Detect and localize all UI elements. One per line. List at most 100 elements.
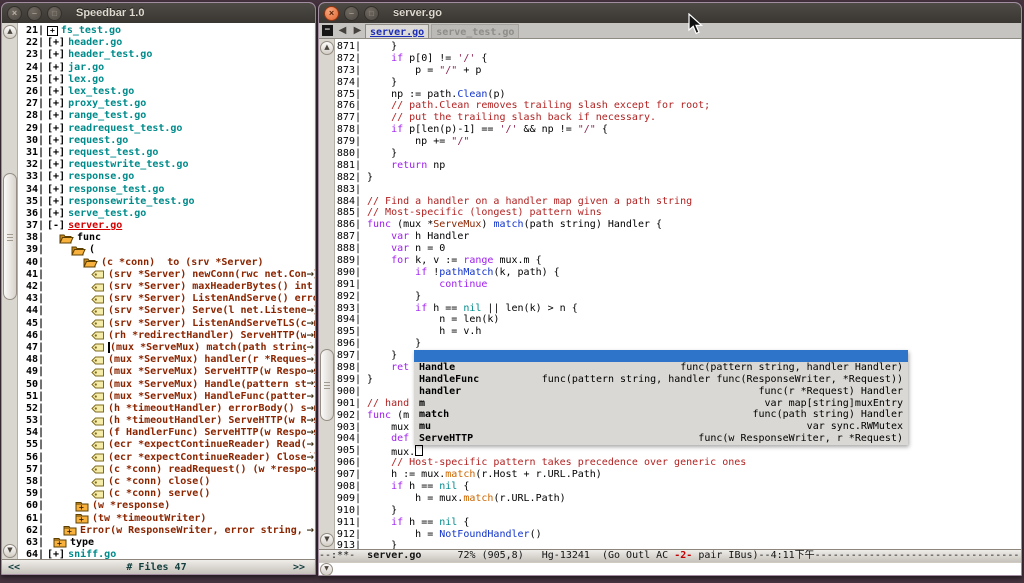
expand-plus-icon[interactable]: [+] <box>47 159 65 171</box>
scrollbar-thumb[interactable] <box>320 349 334 421</box>
tab-scroll-left-icon[interactable] <box>336 24 349 37</box>
completion-item[interactable]: muvar sync.RWMutex <box>414 421 908 433</box>
folder-plus-icon[interactable]: + <box>75 501 89 512</box>
code-line[interactable]: 882|} <box>335 172 1021 184</box>
tag-icon[interactable] <box>91 490 105 499</box>
tab-scroll-right-icon[interactable] <box>351 24 364 37</box>
completion-item[interactable]: mvar map[string]muxEntry <box>414 398 908 410</box>
speedbar-row[interactable]: 63|+type <box>18 537 315 549</box>
speedbar-row[interactable]: 54|(f HandlerFunc) ServeHTTP(w ResponseW… <box>18 427 315 439</box>
speedbar-row[interactable]: 46|(rh *redirectHandler) ServeHTTP(w Res… <box>18 330 315 342</box>
code-line[interactable]: 878| if p[len(p)-1] == '/' && np != "/" … <box>335 124 1021 136</box>
code-line[interactable]: 883| <box>335 184 1021 196</box>
tag-icon[interactable] <box>91 356 105 365</box>
speedbar-row[interactable]: 55|(ecr *expectContinueReader) Read(p []… <box>18 439 315 451</box>
completion-item[interactable]: HandleFuncfunc(pattern string, handler f… <box>414 374 908 386</box>
tag-icon[interactable] <box>91 283 105 292</box>
code-line[interactable]: 873| p = "/" + p <box>335 65 1021 77</box>
folder-plus-icon[interactable]: + <box>53 537 67 548</box>
tag-icon[interactable] <box>91 295 105 304</box>
scrollbar-thumb[interactable] <box>3 173 17 300</box>
speedbar-row[interactable]: 40|(c *conn) to (srv *Server) <box>18 257 315 269</box>
code-line[interactable]: 891| continue <box>335 279 1021 291</box>
folder-plus-icon[interactable]: + <box>63 525 77 536</box>
code-line[interactable]: 880| } <box>335 148 1021 160</box>
expand-plus-icon[interactable]: [+] <box>47 98 65 110</box>
tag-icon[interactable] <box>91 368 105 377</box>
expand-plus-icon[interactable]: [+] <box>47 147 65 159</box>
speedbar-row[interactable]: 23|[+]header_test.go <box>18 49 315 61</box>
code-line[interactable]: 888| var n = 0 <box>335 243 1021 255</box>
expand-plus-icon[interactable]: [+] <box>47 135 65 147</box>
code-line[interactable]: 894| n = len(k) <box>335 314 1021 326</box>
speedbar-row[interactable]: 44|(srv *Server) Serve(l net.Listener) e… <box>18 305 315 317</box>
code-line[interactable]: 913| } <box>335 540 1021 549</box>
expand-plus-icon[interactable]: [+] <box>47 208 65 220</box>
tab-serve_test-go[interactable]: serve_test.go <box>431 24 519 38</box>
file-plus-icon[interactable]: + <box>47 26 58 36</box>
speedbar-row[interactable]: 43|(srv *Server) ListenAndServe() error <box>18 293 315 305</box>
speedbar-row[interactable]: 22|[+]header.go <box>18 37 315 49</box>
speedbar-row[interactable]: 26|[+]lex_test.go <box>18 86 315 98</box>
folder-open-icon[interactable] <box>83 257 98 268</box>
speedbar-row[interactable]: 33|[+]response.go <box>18 171 315 183</box>
speedbar-row[interactable]: 51|(mux *ServeMux) HandleFunc(pattern st… <box>18 391 315 403</box>
speedbar-row[interactable]: 29|[+]readrequest_test.go <box>18 123 315 135</box>
speedbar-row[interactable]: 52|(h *timeoutHandler) errorBody() strin… <box>18 403 315 415</box>
minimize-icon[interactable] <box>344 6 359 21</box>
code-line[interactable]: 911| if h == nil { <box>335 517 1021 529</box>
code-line[interactable]: 885|// Most-specific (longest) pattern w… <box>335 207 1021 219</box>
expand-plus-icon[interactable]: [+] <box>47 37 65 49</box>
tag-icon[interactable] <box>91 417 105 426</box>
speedbar-row[interactable]: 34|[+]response_test.go <box>18 183 315 195</box>
folder-open-icon[interactable] <box>71 245 86 256</box>
completion-item[interactable] <box>414 350 908 362</box>
completion-item[interactable]: ServeHTTPfunc(w ResponseWriter, r *Reque… <box>414 433 908 445</box>
expand-plus-icon[interactable]: [+] <box>47 196 65 208</box>
code-line[interactable]: 881| return np <box>335 160 1021 172</box>
completion-item[interactable]: Handlefunc(pattern string, handler Handl… <box>414 362 908 374</box>
minibuffer[interactable]: ▼ <box>319 562 1021 575</box>
speedbar-row[interactable]: 53|(h *timeoutHandler) ServeHTTP(w Respo… <box>18 415 315 427</box>
tag-icon[interactable] <box>91 307 105 316</box>
speedbar-row[interactable]: 25|[+]lex.go <box>18 74 315 86</box>
expand-plus-icon[interactable]: [+] <box>47 171 65 183</box>
maximize-icon[interactable] <box>364 6 379 21</box>
code-line[interactable]: 875| np := path.Clean(p) <box>335 89 1021 101</box>
speedbar-row[interactable]: 58|(c *conn) close() <box>18 476 315 488</box>
tag-icon[interactable] <box>91 404 105 413</box>
tag-icon[interactable] <box>91 331 105 340</box>
code-line[interactable]: 872| if p[0] != '/' { <box>335 53 1021 65</box>
speedbar-row[interactable]: 39|( <box>18 244 315 256</box>
speedbar-row[interactable]: 21|+fs_test.go <box>18 25 315 37</box>
code-line[interactable]: 884|// Find a handler on a handler map g… <box>335 196 1021 208</box>
speedbar-modeline[interactable]: << # Files 47 >> <box>2 559 315 574</box>
speedbar-row[interactable]: 41|(srv *Server) newConn(rwc net.Conn) (… <box>18 269 315 281</box>
speedbar-row[interactable]: 49|(mux *ServeMux) ServeHTTP(w ResponseW… <box>18 366 315 378</box>
code-line[interactable]: 896| } <box>335 338 1021 350</box>
code-line[interactable]: 889| for k, v := range mux.m { <box>335 255 1021 267</box>
scroll-up-icon[interactable]: ▲ <box>320 41 334 55</box>
tag-icon[interactable] <box>91 270 105 279</box>
code-line[interactable]: 905| mux. <box>335 445 1021 457</box>
speedbar-row[interactable]: 50|(mux *ServeMux) Handle(pattern string… <box>18 378 315 390</box>
tabbar-minus-button[interactable]: − <box>322 25 333 36</box>
expand-plus-icon[interactable]: [+] <box>47 123 65 135</box>
speedbar-row[interactable]: 62|+Error(w ResponseWriter, error string… <box>18 525 315 537</box>
speedbar-row[interactable]: 42|(srv *Server) maxHeaderBytes() int <box>18 281 315 293</box>
speedbar-row[interactable]: 27|[+]proxy_test.go <box>18 98 315 110</box>
tag-icon[interactable] <box>91 392 105 401</box>
speedbar-row[interactable]: 37|[-]server.go <box>18 220 315 232</box>
speedbar-row[interactable]: 47|(mux *ServeMux) match(path string) Ha… <box>18 342 315 354</box>
speedbar-row[interactable]: 60|+(w *response) <box>18 500 315 512</box>
close-icon[interactable] <box>7 6 22 21</box>
editor-modeline[interactable]: --:**- server.go 72% (905,8) Hg-13241 (G… <box>319 549 1021 563</box>
tag-icon[interactable] <box>91 380 105 389</box>
tag-icon[interactable] <box>91 429 105 438</box>
scroll-up-icon[interactable]: ▲ <box>3 25 17 39</box>
completion-item[interactable]: matchfunc(path string) Handler <box>414 409 908 421</box>
code-line[interactable]: 906| // Host-specific pattern takes prec… <box>335 457 1021 469</box>
code-line[interactable]: 907| h := mux.match(r.Host + r.URL.Path) <box>335 469 1021 481</box>
scroll-down-icon[interactable]: ▼ <box>3 544 17 558</box>
folder-open-icon[interactable] <box>59 233 74 244</box>
